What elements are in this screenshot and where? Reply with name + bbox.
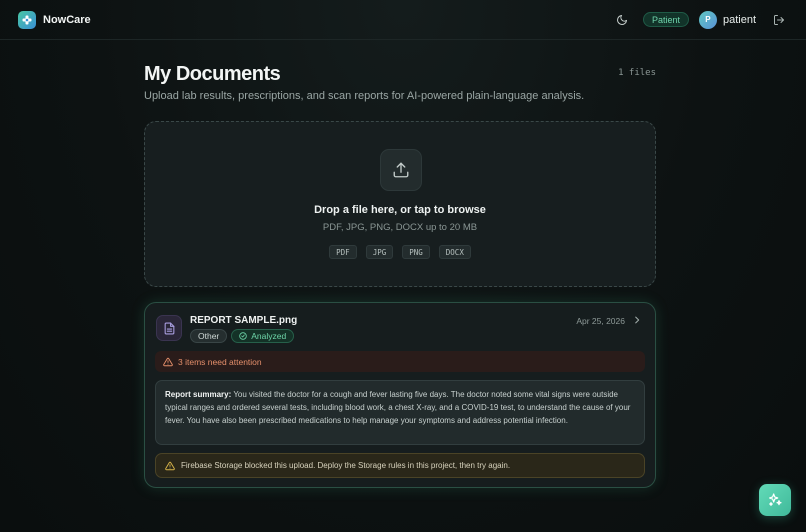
document-date: Apr 25, 2026 bbox=[576, 316, 625, 326]
check-circle-icon bbox=[239, 332, 248, 340]
logout-button[interactable] bbox=[770, 11, 788, 29]
status-label: Analyzed bbox=[251, 331, 287, 341]
ai-assistant-button[interactable] bbox=[759, 484, 791, 516]
role-badge: Patient bbox=[642, 12, 689, 27]
format-chip: JPG bbox=[365, 245, 394, 259]
nowcare-logo-icon bbox=[18, 10, 36, 29]
moon-icon bbox=[616, 14, 627, 25]
format-chip: PDF bbox=[329, 245, 357, 259]
sparkles-icon bbox=[769, 493, 782, 506]
app-name: NowCare bbox=[43, 13, 91, 26]
format-chip: PNG bbox=[402, 245, 430, 259]
page-subtitle: Upload lab results, prescriptions, and s… bbox=[144, 90, 585, 102]
category-tag: Other bbox=[190, 329, 228, 343]
dropzone-hint: PDF, JPG, PNG, DOCX up to 20 MB bbox=[322, 222, 478, 233]
document-icon bbox=[156, 315, 182, 341]
top-bar: NowCare Patient P patient bbox=[0, 0, 806, 40]
attention-banner[interactable]: 3 items need attention bbox=[155, 351, 645, 372]
file-dropzone[interactable]: Drop a file here, or tap to browse PDF, … bbox=[144, 121, 656, 287]
document-card[interactable]: REPORT SAMPLE.png Other Analyzed Apr 25,… bbox=[144, 302, 656, 488]
document-name: REPORT SAMPLE.png bbox=[190, 315, 298, 326]
format-chip: DOCX bbox=[438, 245, 471, 259]
summary-text: You visited the doctor for a cough and f… bbox=[165, 390, 631, 425]
brand[interactable]: NowCare bbox=[18, 10, 91, 29]
warning-triangle-icon bbox=[163, 357, 173, 366]
report-summary: Report summary: You visited the doctor f… bbox=[155, 380, 645, 445]
warning-triangle-icon bbox=[165, 461, 175, 470]
avatar[interactable]: P bbox=[698, 10, 717, 29]
theme-toggle-button[interactable] bbox=[613, 11, 631, 29]
chevron-right-icon[interactable] bbox=[632, 315, 642, 325]
username[interactable]: patient bbox=[723, 14, 756, 26]
format-chips: PDF JPG PNG DOCX bbox=[145, 245, 655, 259]
attention-text: 3 items need attention bbox=[178, 356, 262, 367]
status-badge: Analyzed bbox=[231, 329, 295, 343]
upload-icon bbox=[380, 149, 422, 191]
file-count: 1 files bbox=[618, 68, 656, 78]
upload-warning: Firebase Storage blocked this upload. De… bbox=[155, 453, 645, 478]
dropzone-title: Drop a file here, or tap to browse bbox=[314, 204, 486, 216]
warning-text: Firebase Storage blocked this upload. De… bbox=[181, 461, 511, 470]
document-tags: Other Analyzed bbox=[190, 329, 295, 343]
page-title: My Documents bbox=[144, 63, 281, 85]
summary-label: Report summary: bbox=[165, 390, 232, 399]
logout-icon bbox=[774, 14, 784, 25]
